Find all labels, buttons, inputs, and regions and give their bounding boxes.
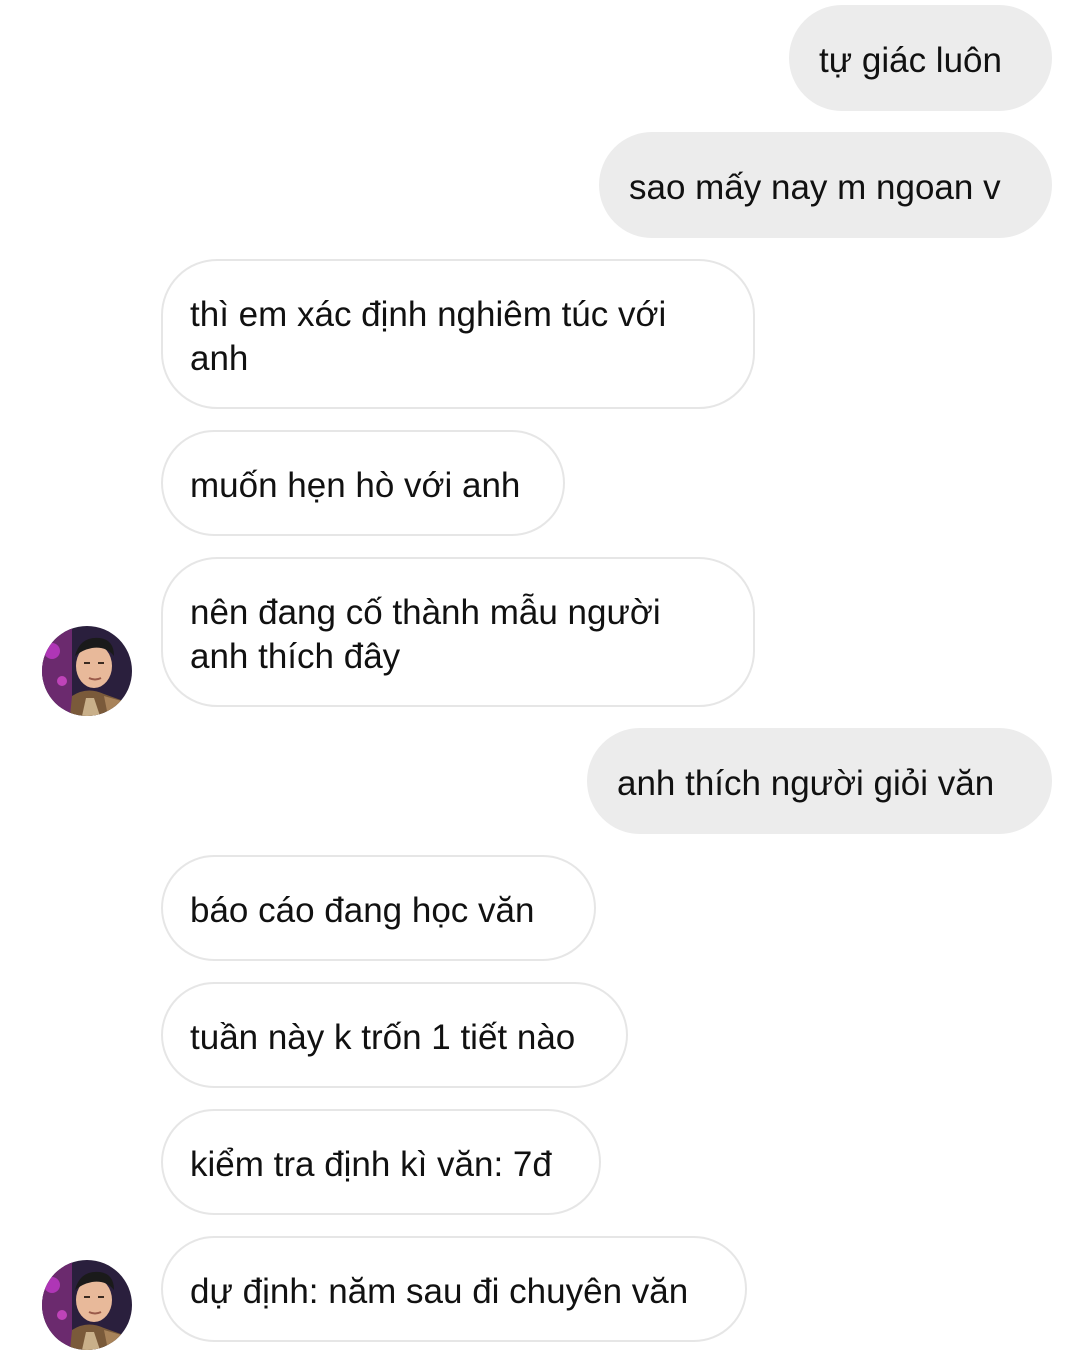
message-text: kiểm tra định kì văn: 7đ (190, 1145, 552, 1184)
message-text: tự giác luôn (819, 41, 1002, 80)
message-bubble-outgoing[interactable]: sao mấy nay m ngoan v (599, 132, 1052, 238)
message-text: muốn hẹn hò với anh (190, 466, 521, 505)
message-bubble-incoming[interactable]: tuần này k trốn 1 tiết nào (161, 982, 628, 1088)
message-bubble-incoming[interactable]: muốn hẹn hò với anh (161, 430, 565, 536)
message-bubble-incoming[interactable]: kiểm tra định kì văn: 7đ (161, 1109, 601, 1215)
avatar-photo-icon (42, 1260, 132, 1350)
message-bubble-incoming[interactable]: dự định: năm sau đi chuyên văn (161, 1236, 747, 1342)
message-bubble-incoming[interactable]: nên đang cố thành mẫu người anh thích đâ… (161, 557, 755, 707)
message-text: sao mấy nay m ngoan v (629, 168, 1001, 207)
avatar-photo-icon (42, 626, 132, 716)
message-bubble-outgoing[interactable]: tự giác luôn (789, 5, 1052, 111)
message-text: nên đang cố thành mẫu người anh thích đâ… (190, 593, 661, 676)
message-bubble-outgoing[interactable]: anh thích người giỏi văn (587, 728, 1052, 834)
message-bubble-incoming[interactable]: thì em xác định nghiêm túc với anh (161, 259, 755, 409)
message-text: báo cáo đang học văn (190, 891, 535, 930)
contact-avatar[interactable] (42, 626, 132, 716)
message-text: tuần này k trốn 1 tiết nào (190, 1018, 576, 1057)
message-text: thì em xác định nghiêm túc với anh (190, 295, 667, 378)
message-text: anh thích người giỏi văn (617, 764, 995, 803)
message-text: dự định: năm sau đi chuyên văn (190, 1272, 689, 1311)
message-bubble-incoming[interactable]: báo cáo đang học văn (161, 855, 596, 961)
contact-avatar[interactable] (42, 1260, 132, 1350)
